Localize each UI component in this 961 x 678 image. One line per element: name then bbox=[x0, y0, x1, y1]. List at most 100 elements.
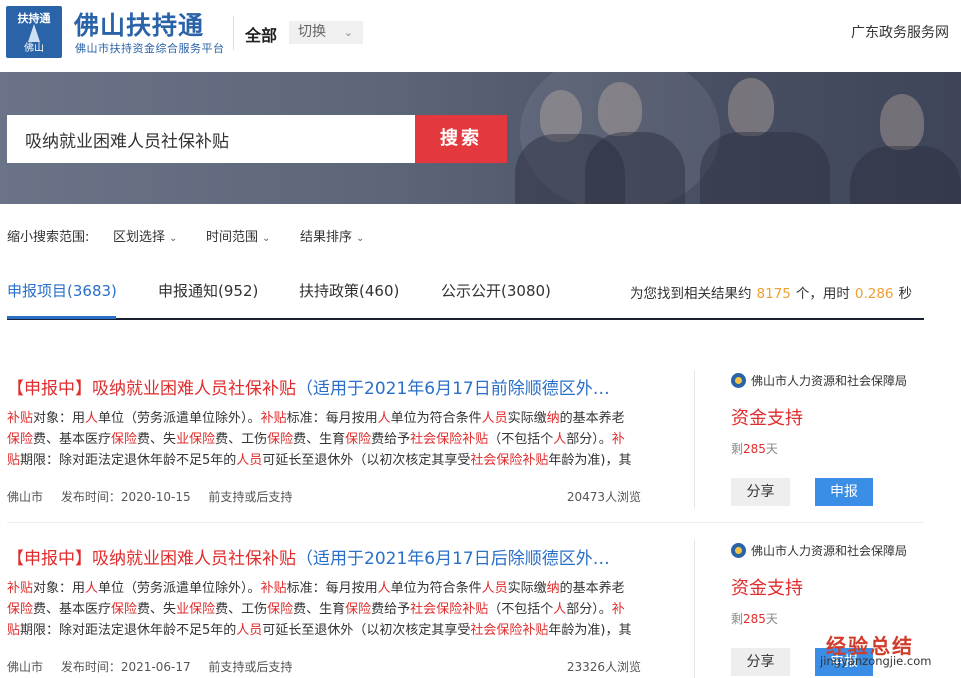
description-text: 部分）。 bbox=[566, 432, 612, 447]
keyword-highlight: 保险 bbox=[345, 432, 372, 447]
keyword-highlight: 纳 bbox=[546, 581, 560, 596]
result-card: 【申报中】吸纳就业困难人员社保补贴（适用于2021年6月17日前除顺德区外… 补… bbox=[7, 370, 924, 526]
banner-person-torso bbox=[700, 132, 830, 204]
agency-emblem-icon bbox=[731, 373, 746, 388]
keyword-highlight: 人员 bbox=[481, 411, 508, 426]
keyword-highlight: 人 bbox=[377, 411, 391, 426]
result-title-main: 吸纳就业困难人员社保补贴 bbox=[92, 549, 296, 569]
tab-public-disclosure[interactable]: 公示公开(3080) bbox=[441, 280, 551, 318]
result-description: 补贴对象：用人单位（劳务派遣单位除外）。补贴标准：每月按用人单位为符合条件人员实… bbox=[7, 578, 652, 641]
chevron-down-icon: ⌄ bbox=[356, 233, 365, 244]
result-status: 【申报中】 bbox=[7, 549, 92, 569]
keyword-highlight: 保险 bbox=[111, 432, 138, 447]
region-switch-button[interactable]: 切换 ⌄ bbox=[289, 21, 363, 44]
filter-sort-label: 结果排序 bbox=[300, 230, 353, 245]
description-text: 费、基本医疗 bbox=[33, 432, 112, 447]
remain-days-number: 285 bbox=[743, 442, 766, 456]
keyword-highlight: 人 bbox=[553, 602, 567, 617]
card-separator bbox=[7, 522, 924, 523]
keyword-highlight: 补贴 bbox=[260, 411, 287, 426]
remaining-days: 剩285天 bbox=[731, 440, 778, 457]
description-line: 保险费、基本医疗保险费、失业保险费、工伤保险费、生育保险费给予社会保险补贴（不包… bbox=[7, 599, 652, 620]
result-date: 发布时间：2021-06-17 bbox=[60, 660, 191, 674]
keyword-highlight: 人员 bbox=[236, 453, 263, 468]
card-divider bbox=[694, 540, 695, 678]
result-tabs: 申报项目(3683) 申报通知(952) 扶持政策(460) 公示公开(3080… bbox=[7, 280, 924, 322]
card-divider bbox=[694, 370, 695, 508]
watermark-url: jingyanzongjie.com bbox=[820, 654, 932, 668]
keyword-highlight: 纳 bbox=[546, 411, 560, 426]
site-header: 扶持通 佛山 佛山扶持通 佛山市扶持资金综合服务平台 全部 切换 ⌄ 广东政务服… bbox=[0, 0, 961, 72]
filter-sort[interactable]: 结果排序 ⌄ bbox=[300, 226, 364, 245]
search-button[interactable]: 搜索 bbox=[415, 115, 507, 163]
result-region: 佛山市 bbox=[7, 490, 44, 504]
result-time: 0.286 bbox=[854, 286, 894, 302]
description-text: （不包括个 bbox=[488, 602, 554, 617]
remaining-days: 剩285天 bbox=[731, 610, 778, 627]
keyword-highlight: 保险 bbox=[7, 602, 34, 617]
result-title[interactable]: 【申报中】吸纳就业困难人员社保补贴（适用于2021年6月17日前除顺德区外… bbox=[7, 374, 647, 399]
result-status: 【申报中】 bbox=[7, 379, 92, 399]
keyword-highlight: 保险 bbox=[436, 432, 463, 447]
description-text: （不包括个 bbox=[488, 432, 554, 447]
banner-person-torso bbox=[585, 132, 685, 204]
switch-label: 切换 bbox=[298, 24, 326, 40]
description-text: 的基本养老 bbox=[559, 581, 625, 596]
search-banner: 搜索 bbox=[0, 72, 961, 204]
result-support-type: 前支持或后支持 bbox=[208, 490, 293, 504]
keyword-highlight: 人员 bbox=[481, 581, 508, 596]
tab-apply-projects[interactable]: 申报项目(3683) bbox=[7, 280, 117, 318]
keyword-highlight: 贴 bbox=[7, 453, 21, 468]
chevron-down-icon: ⌄ bbox=[169, 233, 178, 244]
keyword-highlight: 社会 bbox=[410, 432, 437, 447]
tab-apply-notices[interactable]: 申报通知(952) bbox=[158, 280, 258, 318]
banner-person-head bbox=[880, 94, 924, 150]
keyword-highlight: 保险 bbox=[267, 432, 294, 447]
filter-region[interactable]: 区划选择 ⌄ bbox=[113, 226, 177, 245]
description-text: 费、基本医疗 bbox=[33, 602, 112, 617]
keyword-highlight: 补贴 bbox=[522, 623, 549, 638]
description-text: 可延长至退休外（以初次核定其享受 bbox=[262, 623, 471, 638]
description-text: 标准：每月按用 bbox=[286, 581, 378, 596]
description-text: 费、生育 bbox=[293, 432, 346, 447]
description-text: 费给予 bbox=[371, 602, 411, 617]
description-text: 费、失 bbox=[137, 602, 177, 617]
search-input[interactable] bbox=[7, 115, 415, 163]
agency-name: 佛山市人力资源和社会保障局 bbox=[751, 544, 908, 558]
keyword-highlight: 补贴 bbox=[7, 411, 34, 426]
description-text: 费、生育 bbox=[293, 602, 346, 617]
keyword-highlight: 补贴 bbox=[462, 432, 489, 447]
keyword-highlight: 贴 bbox=[7, 623, 21, 638]
description-text: 期限：除对距法定退休年龄不足5年的 bbox=[20, 453, 237, 468]
active-tab-indicator bbox=[7, 316, 116, 319]
keyword-highlight: 社会 bbox=[470, 453, 497, 468]
result-title[interactable]: 【申报中】吸纳就业困难人员社保补贴（适用于2021年6月17日后除顺德区外… bbox=[7, 544, 647, 569]
keyword-highlight: 保险 bbox=[189, 432, 216, 447]
filter-time[interactable]: 时间范围 ⌄ bbox=[206, 226, 270, 245]
apply-button[interactable]: 申报 bbox=[815, 478, 873, 506]
description-text: 标准：每月按用 bbox=[286, 411, 378, 426]
description-text: 单位（劳务派遣单位除外）。 bbox=[98, 411, 261, 426]
remain-prefix: 剩 bbox=[731, 612, 744, 626]
tab-support-policies[interactable]: 扶持政策(460) bbox=[299, 280, 399, 318]
description-text: 部分）。 bbox=[566, 602, 612, 617]
share-button[interactable]: 分享 bbox=[731, 648, 790, 676]
share-button[interactable]: 分享 bbox=[731, 478, 790, 506]
keyword-highlight: 补 bbox=[611, 602, 625, 617]
description-text: 年龄为准)，其 bbox=[548, 453, 632, 468]
site-logo[interactable]: 扶持通 佛山 bbox=[6, 6, 62, 58]
keyword-highlight: 人 bbox=[377, 581, 391, 596]
result-title-suffix: （适用于2021年6月17日前除顺德区外… bbox=[296, 379, 610, 399]
keyword-highlight: 保险 bbox=[7, 432, 34, 447]
description-text: 费给予 bbox=[371, 432, 411, 447]
result-agency: 佛山市人力资源和社会保障局 bbox=[731, 372, 907, 389]
keyword-highlight: 补贴 bbox=[462, 602, 489, 617]
keyword-highlight: 保险 bbox=[111, 602, 138, 617]
gov-service-link[interactable]: 广东政务服务网 bbox=[851, 22, 949, 42]
description-text: 费、工伤 bbox=[215, 432, 268, 447]
keyword-highlight: 保险 bbox=[267, 602, 294, 617]
description-text: 期限：除对距法定退休年龄不足5年的 bbox=[20, 623, 237, 638]
site-watermark: 经验总结 jingyanzongjie.com bbox=[818, 630, 958, 676]
result-views: 23326人浏览 bbox=[566, 660, 641, 674]
result-title-suffix: （适用于2021年6月17日后除顺德区外… bbox=[296, 549, 610, 569]
